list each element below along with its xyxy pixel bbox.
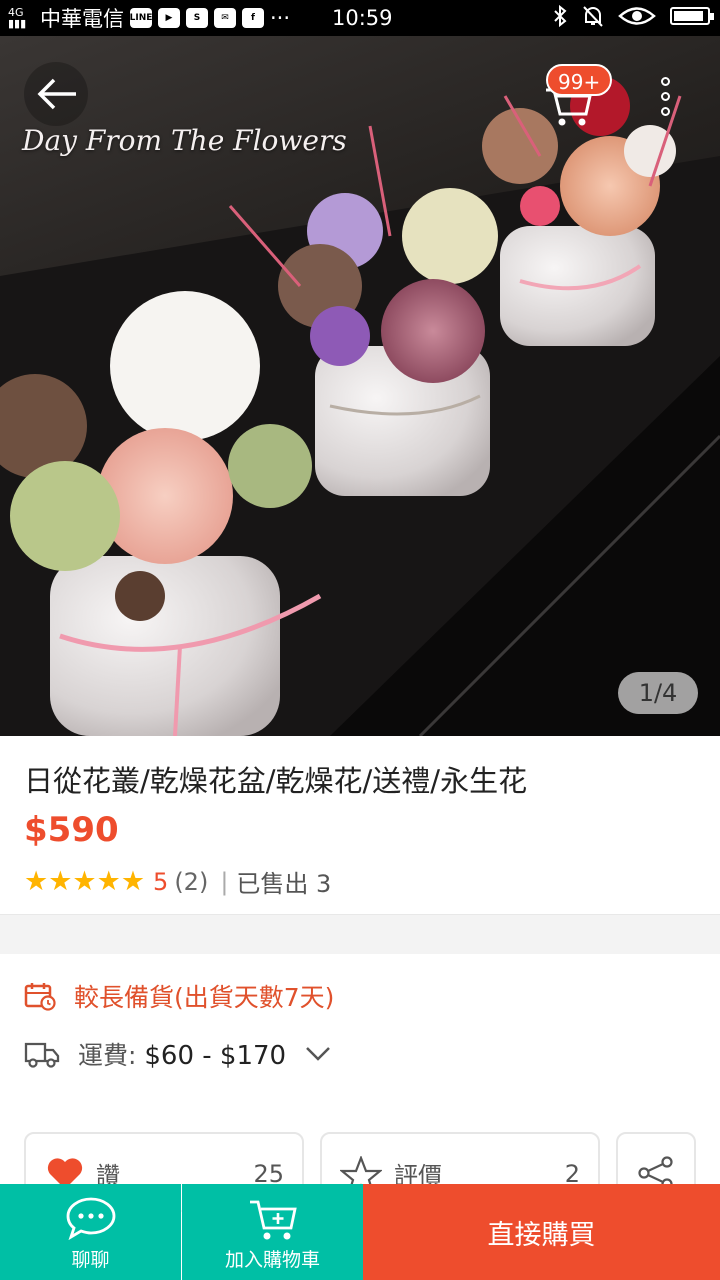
calendar-clock-icon: [24, 983, 56, 1011]
more-options-button[interactable]: [650, 66, 680, 126]
more-icon-dot: [660, 76, 670, 86]
product-info: 日從花叢/乾燥花盆/乾燥花/送禮/永生花 $590 ★★★★★ 5 (2) | …: [0, 736, 720, 914]
preorder-row: 較長備貨(出貨天數7天): [24, 978, 334, 1014]
more-icon-dot: [660, 91, 670, 101]
buy-now-label: 直接購買: [487, 1219, 596, 1251]
back-button[interactable]: [24, 62, 88, 126]
carrier-name: 中華電信: [40, 7, 124, 31]
truck-icon: [24, 1042, 60, 1068]
rating-count: (2): [174, 867, 209, 896]
battery-icon: [670, 7, 714, 25]
sticker-app-icon: S: [186, 8, 208, 28]
brand-watermark: Day From The Flowers: [22, 124, 347, 157]
rating-row[interactable]: ★★★★★ 5 (2) | 已售出 3: [24, 864, 331, 899]
bluetooth-icon: [554, 4, 567, 28]
back-arrow-icon: [37, 78, 76, 110]
sold-count: 已售出 3: [236, 870, 332, 898]
more-notifications-icon: ···: [270, 6, 291, 30]
add-to-cart-label: 加入購物車: [224, 1249, 320, 1271]
preorder-text: 較長備貨(出貨天數7天): [74, 983, 335, 1012]
chat-icon: [66, 1197, 115, 1240]
product-image-carousel[interactable]: Day From The Flowers 99+ 1/4: [0, 36, 720, 736]
more-icon-dot: [660, 106, 670, 116]
buy-now-button[interactable]: 直接購買: [363, 1184, 720, 1280]
shipping-fee-row[interactable]: 運費: $60 - $170: [24, 1036, 332, 1072]
youtube-app-icon: ▶: [158, 8, 180, 28]
shipping-fee-label: 運費:: [78, 1041, 137, 1070]
bottom-bar: 聊聊 加入購物車 直接購買: [0, 1184, 720, 1280]
status-bar: 4G ▮▮▮ 中華電信 LINE ▶ S ✉ f ··· 10:59: [0, 0, 720, 36]
eye-icon: [618, 7, 656, 25]
image-pager: 1/4: [618, 672, 698, 714]
add-to-cart-button[interactable]: 加入購物車: [182, 1184, 363, 1280]
shipping-fee-value: $60 - $170: [144, 1041, 287, 1071]
line-app-icon: LINE: [130, 8, 152, 28]
chat-button[interactable]: 聊聊: [0, 1184, 181, 1280]
mail-app-icon: ✉: [214, 8, 236, 28]
action-buttons: 讚 25 評價 2: [0, 1132, 720, 1212]
rating-separator: |: [220, 867, 229, 896]
product-price: $590: [24, 810, 119, 850]
mute-bell-icon: [583, 6, 603, 27]
facebook-app-icon: f: [242, 8, 264, 28]
product-title: 日從花叢/乾燥花盆/乾燥花/送禮/永生花: [24, 764, 528, 798]
section-divider: [0, 914, 720, 954]
chevron-down-icon[interactable]: [304, 1045, 332, 1063]
rating-stars: ★★★★★: [24, 866, 146, 897]
cart-count-badge: 99+: [546, 64, 613, 96]
rating-score: 5: [153, 867, 169, 896]
cart-add-icon: [249, 1200, 297, 1240]
chat-label: 聊聊: [71, 1249, 110, 1271]
status-time: 10:59: [332, 6, 393, 30]
signal-indicator: 4G ▮▮▮: [8, 6, 27, 30]
